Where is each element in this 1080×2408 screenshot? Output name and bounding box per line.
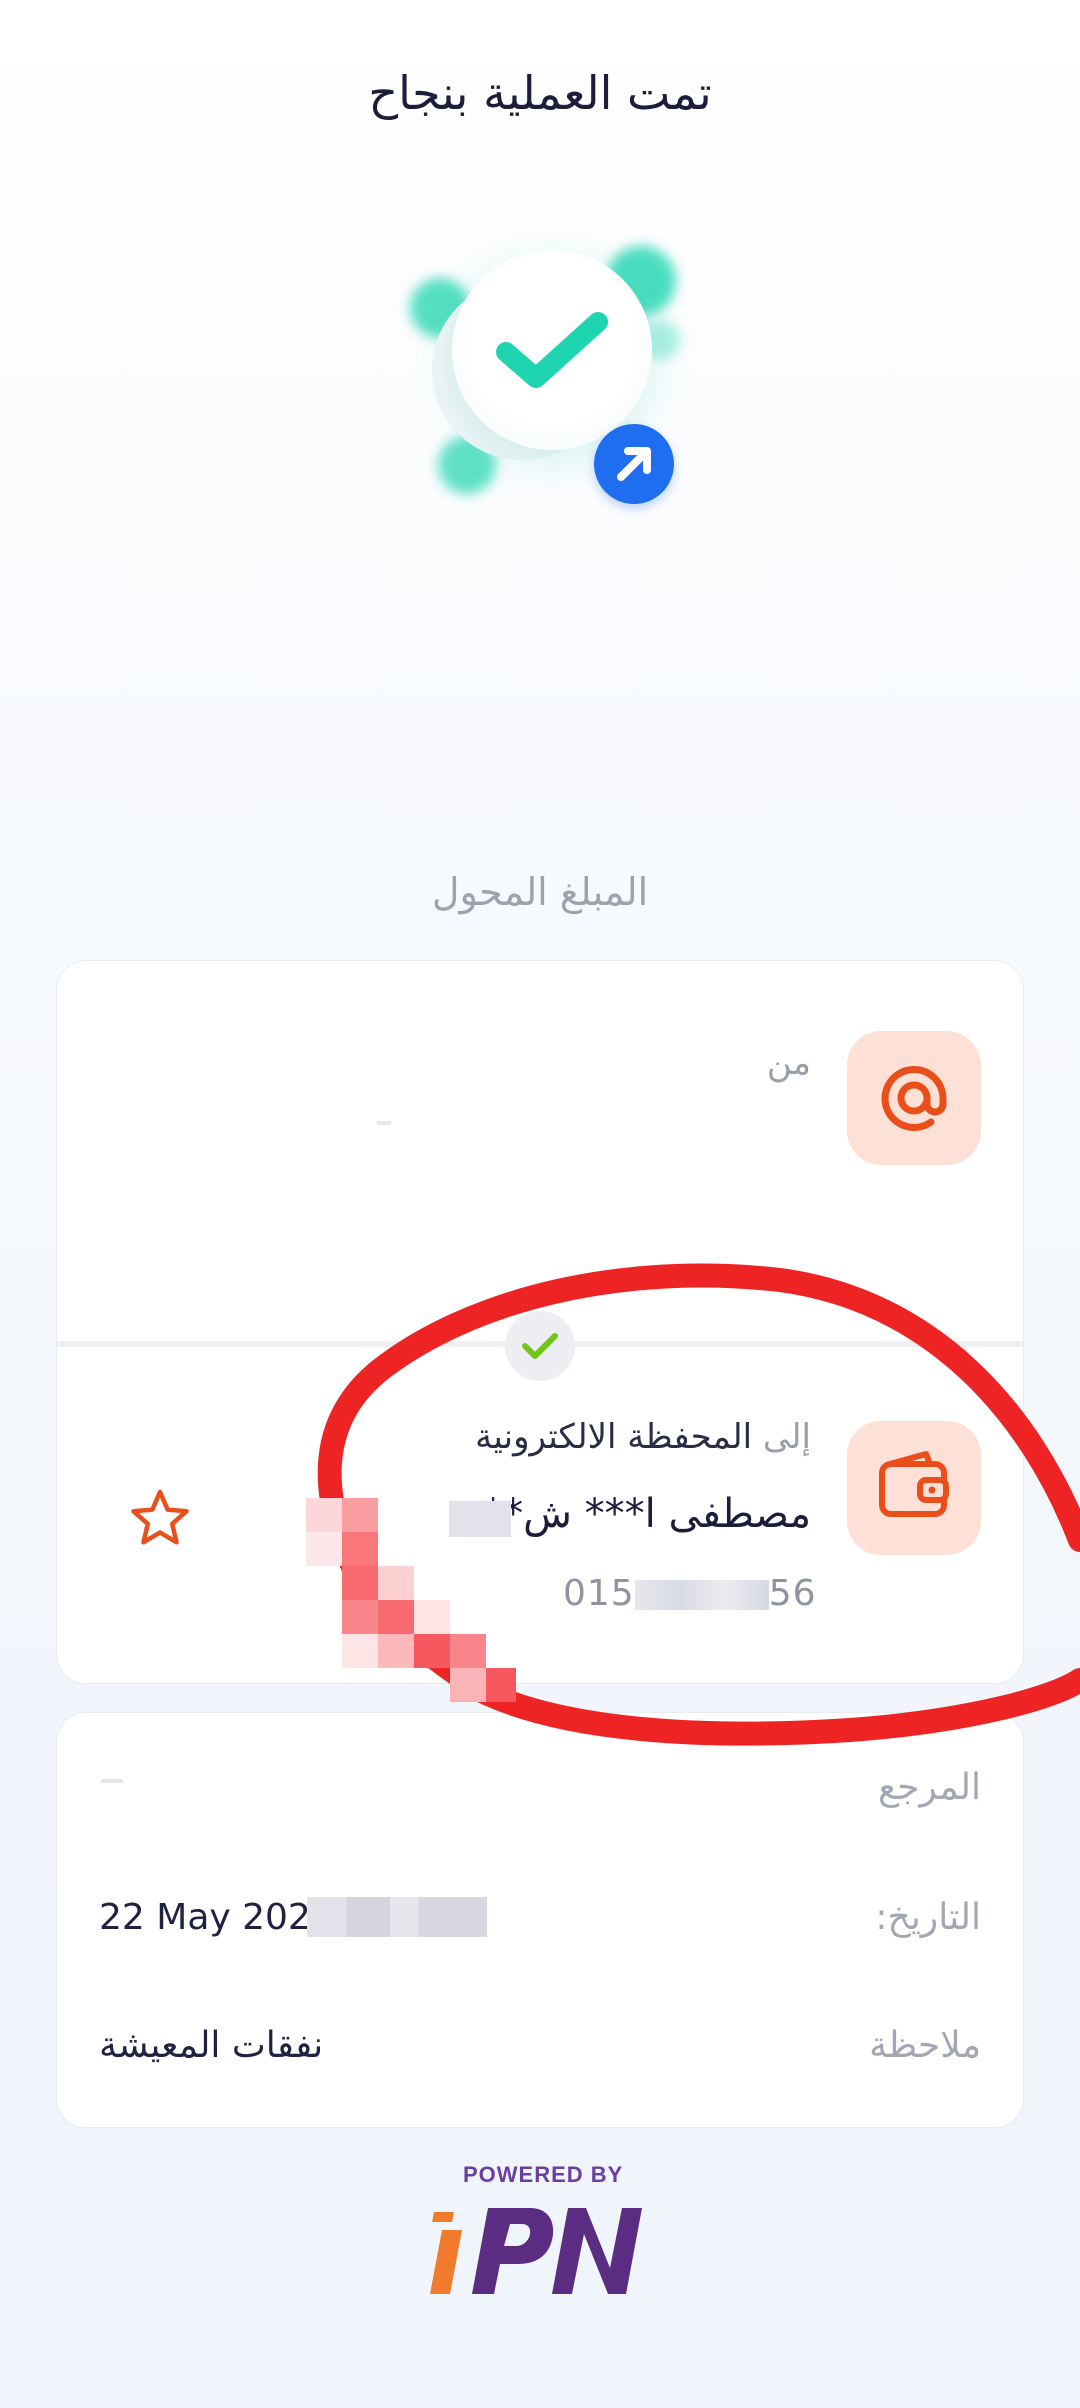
date-label: التاريخ:	[875, 1897, 981, 1938]
recipient-name: مصطفى ا*** ش**	[483, 1491, 811, 1537]
reference-value-redacted	[101, 1779, 123, 1783]
at-sign-icon	[847, 1031, 981, 1165]
check-icon	[496, 312, 608, 388]
to-label: إلى	[762, 1417, 811, 1457]
phone-start: 015	[563, 1573, 635, 1614]
arrow-up-right-icon	[594, 424, 674, 504]
transaction-details-card: المرجع التاريخ: 22 May 202 ملاحظة نفقات …	[56, 1712, 1024, 2128]
star-icon[interactable]	[129, 1487, 191, 1553]
redacted-block	[449, 1501, 511, 1537]
from-value-redacted	[377, 1121, 391, 1125]
ipn-logo	[430, 2208, 642, 2294]
note-value: نفقات المعيشة	[99, 2025, 324, 2066]
transferred-amount-label: المبلغ المحول	[431, 870, 649, 914]
reference-label: المرجع	[877, 1767, 981, 1808]
wallet-icon	[847, 1421, 981, 1555]
check-icon	[505, 1311, 575, 1381]
date-value: 22 May 202	[99, 1897, 311, 1938]
note-label: ملاحظة	[869, 2025, 981, 2066]
powered-by-label: POWERED BY	[463, 2162, 624, 2187]
success-illustration	[410, 240, 690, 504]
date-text: 22 May 202	[99, 1897, 311, 1938]
wallet-type: المحفظة الالكترونية	[475, 1417, 753, 1457]
date-redacted	[307, 1897, 487, 1937]
phone-end: 56	[768, 1573, 817, 1614]
transfer-parties-card: من إلى المحفظة الالكترونية مصطفى ا*** ش*…	[56, 960, 1024, 1684]
page-title: تمت العملية بنجاح	[368, 66, 712, 120]
recipient-phone: 015 56	[563, 1573, 817, 1614]
from-label: من	[766, 1043, 811, 1083]
